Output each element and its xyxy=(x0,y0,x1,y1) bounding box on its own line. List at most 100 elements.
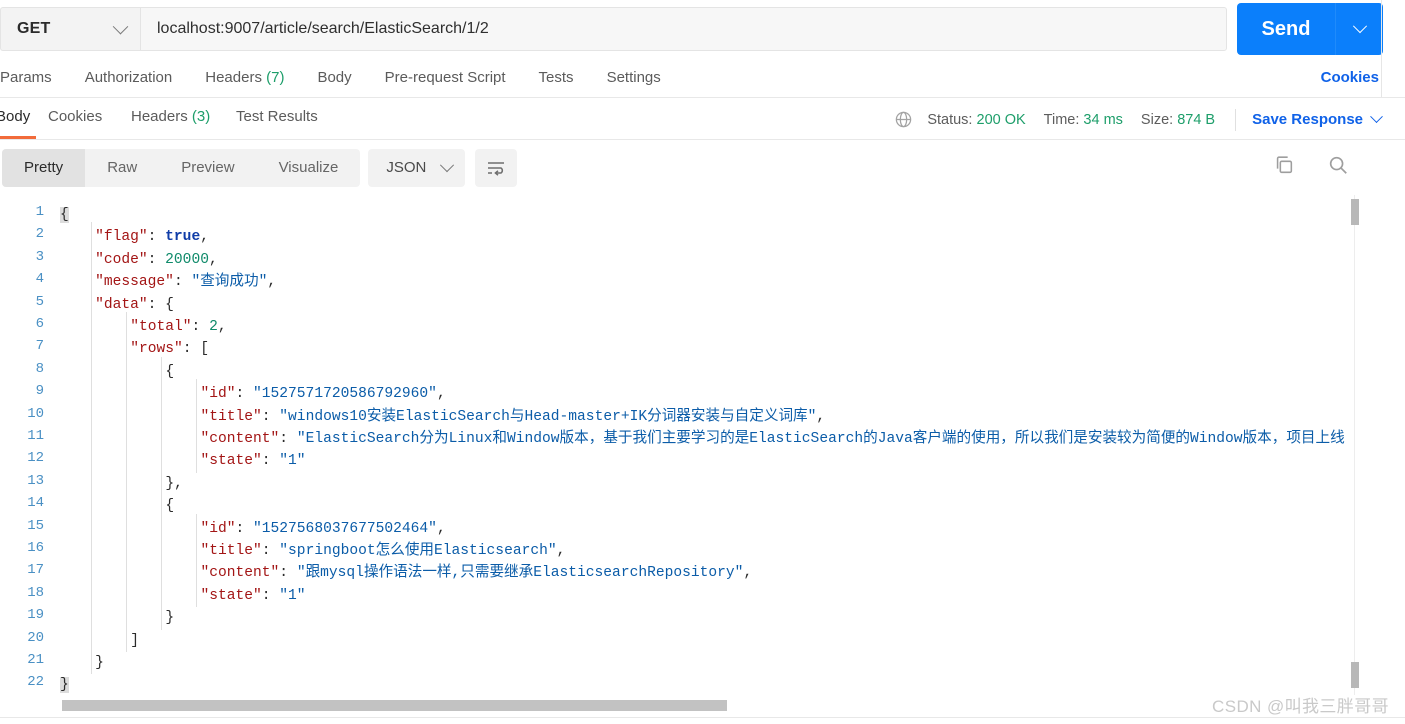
bottom-divider xyxy=(0,717,1405,718)
response-tabbar: Status: 200 OK Time: 34 ms Size: 874 B S… xyxy=(0,99,1405,140)
line-number: 11 xyxy=(27,428,44,444)
code-token: : xyxy=(261,543,280,559)
chevron-down-icon xyxy=(440,157,455,172)
request-tab-tests[interactable]: Tests xyxy=(539,69,574,86)
code-line[interactable]: "title": "windows10安装ElasticSearch与Head-… xyxy=(200,406,825,428)
search-icon[interactable] xyxy=(1327,154,1349,176)
vertical-scrollbar-thumb-bottom[interactable] xyxy=(1351,662,1359,688)
code-line[interactable]: } xyxy=(60,674,69,695)
code-token: , xyxy=(217,319,227,335)
code-line[interactable]: "flag": true, xyxy=(95,226,209,248)
line-number: 18 xyxy=(27,584,44,601)
status-value: 200 OK xyxy=(976,111,1026,128)
json-code-content[interactable]: { "flag": true, "code": 20000, "message": "… xyxy=(60,195,1405,695)
code-line[interactable]: "id": "1527568037677502464", xyxy=(200,518,445,540)
view-mode-pretty[interactable]: Pretty xyxy=(2,148,86,187)
code-line[interactable]: { xyxy=(165,495,174,517)
request-tab-label: Body xyxy=(317,69,352,86)
code-token: "rows" xyxy=(130,341,183,358)
line-number: 12 xyxy=(27,450,44,467)
code-token: : xyxy=(279,565,297,582)
code-token: : xyxy=(191,319,210,335)
code-line[interactable]: "content": "跟mysql操作语法一样,只需要继承Elasticsea… xyxy=(200,562,752,584)
response-tab-test-results[interactable]: Test Results xyxy=(236,108,318,125)
chevron-down-icon xyxy=(1370,110,1383,124)
size-label: Size: xyxy=(1140,111,1174,128)
code-line[interactable]: { xyxy=(165,361,174,383)
code-token: } xyxy=(95,655,104,671)
watermark: CSDN @叫我三胖哥哥 xyxy=(1212,697,1389,716)
vertical-scrollbar-thumb-top[interactable] xyxy=(1351,199,1359,225)
code-line[interactable]: "rows": [ xyxy=(130,338,209,360)
code-token: "title" xyxy=(200,543,262,559)
code-token: } xyxy=(60,677,69,694)
code-token: "查询成功" xyxy=(191,274,268,291)
request-tab-authorization[interactable]: Authorization xyxy=(85,69,173,86)
size-value: 874 B xyxy=(1177,111,1216,128)
line-number: 8 xyxy=(35,360,44,377)
code-line[interactable]: "code": 20000, xyxy=(95,249,218,271)
word-wrap-toggle[interactable] xyxy=(475,148,518,187)
request-tab-headers[interactable]: Headers (7) xyxy=(205,69,284,86)
response-body-viewer[interactable]: 1 2 3 4 5 6 7 8 9 10 11 12 13 14 15 16 17 18 19 20 21 22 {"fl… xyxy=(0,195,1405,695)
code-token: "windows10安装ElasticSearch与Head-master+IK… xyxy=(279,408,817,425)
vertical-scrollbar-track[interactable] xyxy=(1354,195,1355,695)
code-token: , xyxy=(436,520,446,537)
save-response-button[interactable]: Save Response xyxy=(1252,110,1383,128)
line-number: 14 xyxy=(27,495,44,512)
code-token: true xyxy=(165,229,201,246)
line-number: 1 xyxy=(35,204,44,220)
http-method-label: GET xyxy=(17,20,51,37)
line-number: 13 xyxy=(27,472,44,489)
line-number: 20 xyxy=(27,629,44,646)
view-mode-visualize[interactable]: Visualize xyxy=(257,149,361,187)
format-select[interactable]: JSON xyxy=(368,148,466,187)
code-line[interactable]: "total": 2, xyxy=(130,316,226,338)
send-options-button[interactable] xyxy=(1335,3,1383,55)
cookies-link[interactable]: Cookies xyxy=(1321,69,1379,86)
code-line[interactable]: "state": "1" xyxy=(200,585,305,607)
code-line[interactable]: ] xyxy=(130,630,139,652)
view-mode-preview[interactable]: Preview xyxy=(159,149,256,187)
code-line[interactable]: } xyxy=(165,607,174,629)
url-input[interactable]: localhost:9007/article/search/ElasticSea… xyxy=(140,7,1227,51)
view-mode-raw[interactable]: Raw xyxy=(85,149,159,187)
code-line[interactable]: "data": { xyxy=(95,294,174,316)
request-url-bar: GET localhost:9007/article/search/Elasti… xyxy=(0,0,1405,58)
line-number: 7 xyxy=(35,338,44,355)
request-tab-body[interactable]: Body xyxy=(317,69,351,86)
response-tab-cookies[interactable]: Cookies xyxy=(48,108,102,125)
code-line[interactable]: } xyxy=(95,652,104,674)
code-line[interactable]: { xyxy=(60,204,69,226)
code-token: "code" xyxy=(95,251,148,268)
request-tab-pre-request-script[interactable]: Pre-request Script xyxy=(385,69,506,86)
code-line[interactable]: "title": "springboot怎么使用Elasticsearch", xyxy=(200,540,565,562)
code-line[interactable]: "content": "ElasticSearch分为Linux和Window版… xyxy=(200,428,1344,450)
response-tab-headers[interactable]: Headers (3) xyxy=(131,108,210,125)
line-number: 9 xyxy=(35,383,44,400)
code-line[interactable]: "state": "1" xyxy=(200,450,305,472)
code-token: ] xyxy=(130,632,139,649)
copy-icon[interactable] xyxy=(1273,154,1295,176)
code-line[interactable]: "message": "查询成功", xyxy=(95,271,276,293)
view-mode-label: Raw xyxy=(107,159,138,176)
code-token: , xyxy=(200,229,209,246)
request-tab-label: Headers xyxy=(205,69,262,86)
code-token: "ElasticSearch分为Linux和Window版本，基于我们主要学习的… xyxy=(296,431,1345,447)
response-tab-body[interactable]: Body xyxy=(0,108,30,125)
code-line[interactable]: "id": "1527571720586792960", xyxy=(200,383,445,405)
indent-guide xyxy=(196,379,198,473)
request-tab-params[interactable]: Params xyxy=(0,69,52,86)
request-tab-settings[interactable]: Settings xyxy=(607,69,661,86)
code-line[interactable]: }, xyxy=(165,473,183,495)
send-button[interactable]: Send xyxy=(1237,3,1335,55)
indent-guide xyxy=(126,312,128,652)
line-number: 4 xyxy=(35,271,44,288)
line-number: 17 xyxy=(27,562,44,579)
code-token: : xyxy=(147,229,166,246)
horizontal-scrollbar-thumb[interactable] xyxy=(62,700,727,711)
http-method-select[interactable]: GET xyxy=(0,7,140,51)
code-token: , xyxy=(743,565,753,582)
time-label: Time: xyxy=(1043,111,1080,128)
request-tab-label: Settings xyxy=(606,69,661,86)
